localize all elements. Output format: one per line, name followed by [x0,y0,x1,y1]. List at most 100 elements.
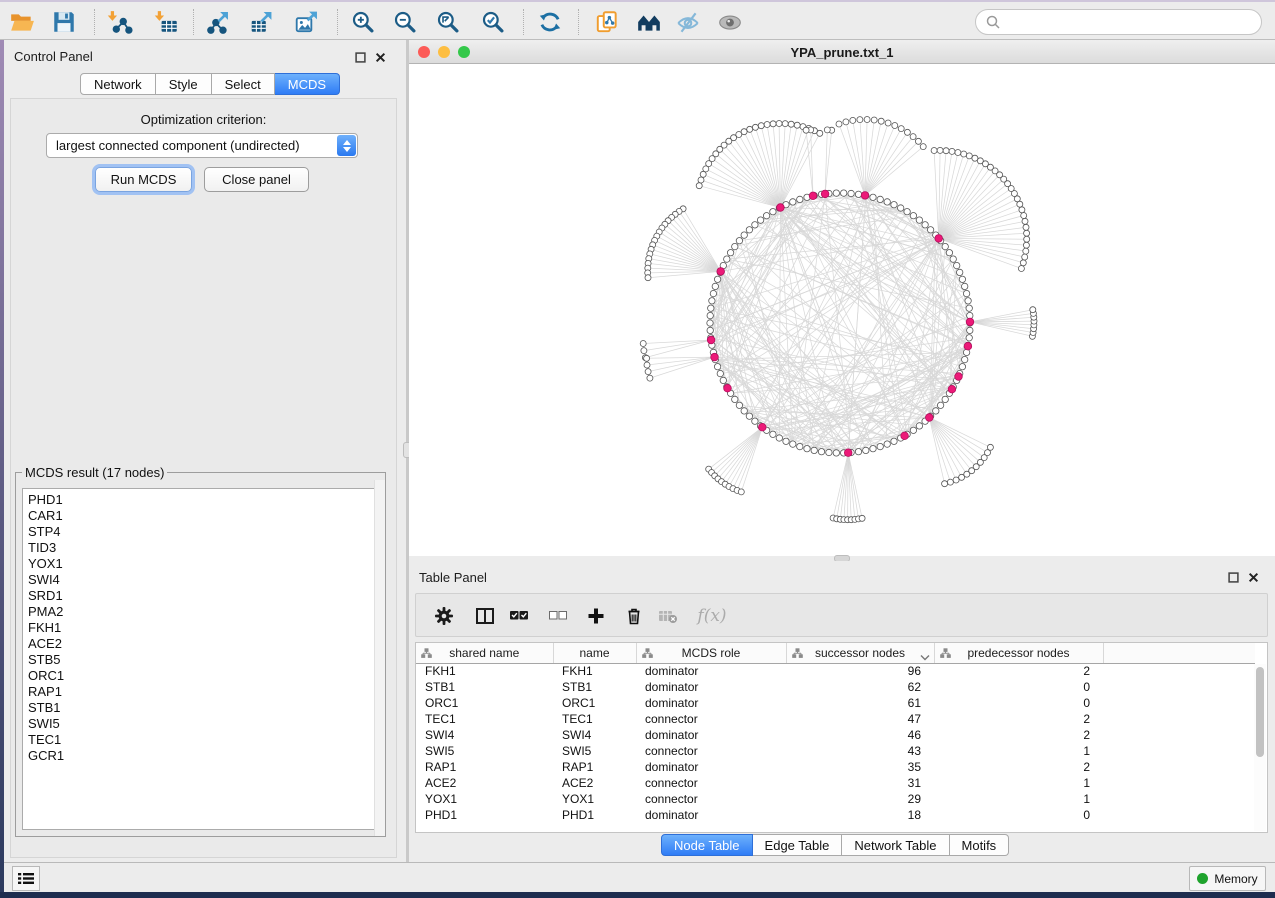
table-cell[interactable]: SWI4 [553,727,636,743]
scrollbar-thumb[interactable] [1256,667,1264,757]
close-panel-icon[interactable] [1248,570,1259,581]
table-cell[interactable]: 18 [786,807,934,823]
table-row[interactable]: ORC1ORC1dominator610 [416,695,1255,711]
table-cell[interactable]: connector [636,775,786,791]
close-panel-button[interactable]: Close panel [204,167,309,192]
tab-node-table[interactable]: Node Table [661,834,753,856]
table-cell[interactable]: FKH1 [416,663,553,679]
table-cell[interactable]: 0 [934,807,1103,823]
open-file-button[interactable] [5,6,39,38]
zoom-selected-button[interactable] [476,6,510,38]
show-all-button[interactable] [713,6,747,38]
table-cell[interactable]: 0 [934,679,1103,695]
column-header[interactable]: predecessor nodes [934,643,1103,663]
table-cell[interactable]: 29 [786,791,934,807]
tab-network-table[interactable]: Network Table [842,834,949,856]
table-cell[interactable]: connector [636,711,786,727]
import-network-button[interactable] [103,6,137,38]
table-cell[interactable]: TEC1 [553,711,636,727]
apply-layout-button[interactable] [533,6,567,38]
table-row[interactable]: TEC1TEC1connector472 [416,711,1255,727]
tab-style[interactable]: Style [156,73,212,95]
tab-motifs[interactable]: Motifs [950,834,1010,856]
column-header[interactable]: successor nodes [786,643,934,663]
table-cell[interactable]: connector [636,791,786,807]
table-cell[interactable]: 2 [934,663,1103,679]
table-cell[interactable]: SWI5 [416,743,553,759]
column-header[interactable]: name [553,643,636,663]
tab-network[interactable]: Network [80,73,156,95]
graph-nodes[interactable] [640,117,1037,523]
table-cell[interactable]: STB1 [553,679,636,695]
table-row[interactable]: YOX1YOX1connector291 [416,791,1255,807]
gear-icon[interactable] [433,605,455,627]
table-cell[interactable]: dominator [636,759,786,775]
float-panel-icon[interactable] [1228,570,1239,581]
table-cell[interactable]: 0 [934,695,1103,711]
table-cell[interactable]: SWI4 [416,727,553,743]
delete-column-icon[interactable] [623,605,645,627]
tab-edge-table[interactable]: Edge Table [753,834,843,856]
task-history-button[interactable] [12,866,40,891]
search-input[interactable] [1001,12,1261,32]
close-panel-icon[interactable] [375,50,386,61]
column-header[interactable]: MCDS role [636,643,786,663]
table-cell[interactable]: connector [636,743,786,759]
export-table-button[interactable] [245,6,279,38]
table-cell[interactable]: ACE2 [416,775,553,791]
export-image-button[interactable] [290,6,324,38]
table-cell[interactable]: 43 [786,743,934,759]
table-cell[interactable]: ORC1 [553,695,636,711]
network-graph[interactable] [409,64,1275,556]
table-cell[interactable]: 1 [934,775,1103,791]
columns-icon[interactable] [474,605,496,627]
table-cell[interactable]: 1 [934,743,1103,759]
network-canvas[interactable] [409,64,1275,556]
network-window-titlebar[interactable]: YPA_prune.txt_1 [409,40,1275,64]
table-cell[interactable]: SWI5 [553,743,636,759]
mcds-result-list[interactable]: PHD1CAR1STP4TID3YOX1SWI4SRD1PMA2FKH1ACE2… [22,488,379,830]
table-cell[interactable]: 1 [934,791,1103,807]
table-cell[interactable]: RAP1 [416,759,553,775]
tab-mcds[interactable]: MCDS [275,73,340,95]
table-cell[interactable]: ORC1 [416,695,553,711]
table-row[interactable]: STB1STB1dominator620 [416,679,1255,695]
table-cell[interactable]: 2 [934,727,1103,743]
table-cell[interactable]: PHD1 [416,807,553,823]
zoom-fit-button[interactable] [431,6,465,38]
sort-icon[interactable] [920,650,930,664]
table-cell[interactable]: 96 [786,663,934,679]
table-row[interactable]: RAP1RAP1dominator352 [416,759,1255,775]
table-cell[interactable]: dominator [636,727,786,743]
select-all-icon[interactable] [508,605,530,627]
deselect-all-icon[interactable] [547,605,569,627]
table-cell[interactable]: STB1 [416,679,553,695]
mcds-scrollbar[interactable] [374,480,385,836]
zoom-out-button[interactable] [388,6,422,38]
clone-network-button[interactable] [590,6,624,38]
save-session-button[interactable] [47,6,81,38]
memory-button[interactable]: Memory [1189,866,1266,891]
table-cell[interactable]: YOX1 [553,791,636,807]
table-cell[interactable]: dominator [636,679,786,695]
table-cell[interactable]: 61 [786,695,934,711]
import-table-button[interactable] [150,6,184,38]
table-cell[interactable]: FKH1 [553,663,636,679]
search-box[interactable] [975,9,1262,35]
table-cell[interactable]: 31 [786,775,934,791]
table-cell[interactable]: YOX1 [416,791,553,807]
table-cell[interactable]: dominator [636,695,786,711]
table-cell[interactable]: 2 [934,711,1103,727]
table-row[interactable]: PHD1PHD1dominator180 [416,807,1255,823]
table-cell[interactable]: 35 [786,759,934,775]
export-network-button[interactable] [201,6,235,38]
table-cell[interactable]: 2 [934,759,1103,775]
table-cell[interactable]: dominator [636,807,786,823]
table-cell[interactable]: RAP1 [553,759,636,775]
table-scrollbar[interactable] [1254,664,1266,831]
hide-selected-button[interactable] [671,6,705,38]
table-cell[interactable]: PHD1 [553,807,636,823]
table-cell[interactable]: 62 [786,679,934,695]
table-cell[interactable]: ACE2 [553,775,636,791]
add-column-icon[interactable] [585,605,607,627]
